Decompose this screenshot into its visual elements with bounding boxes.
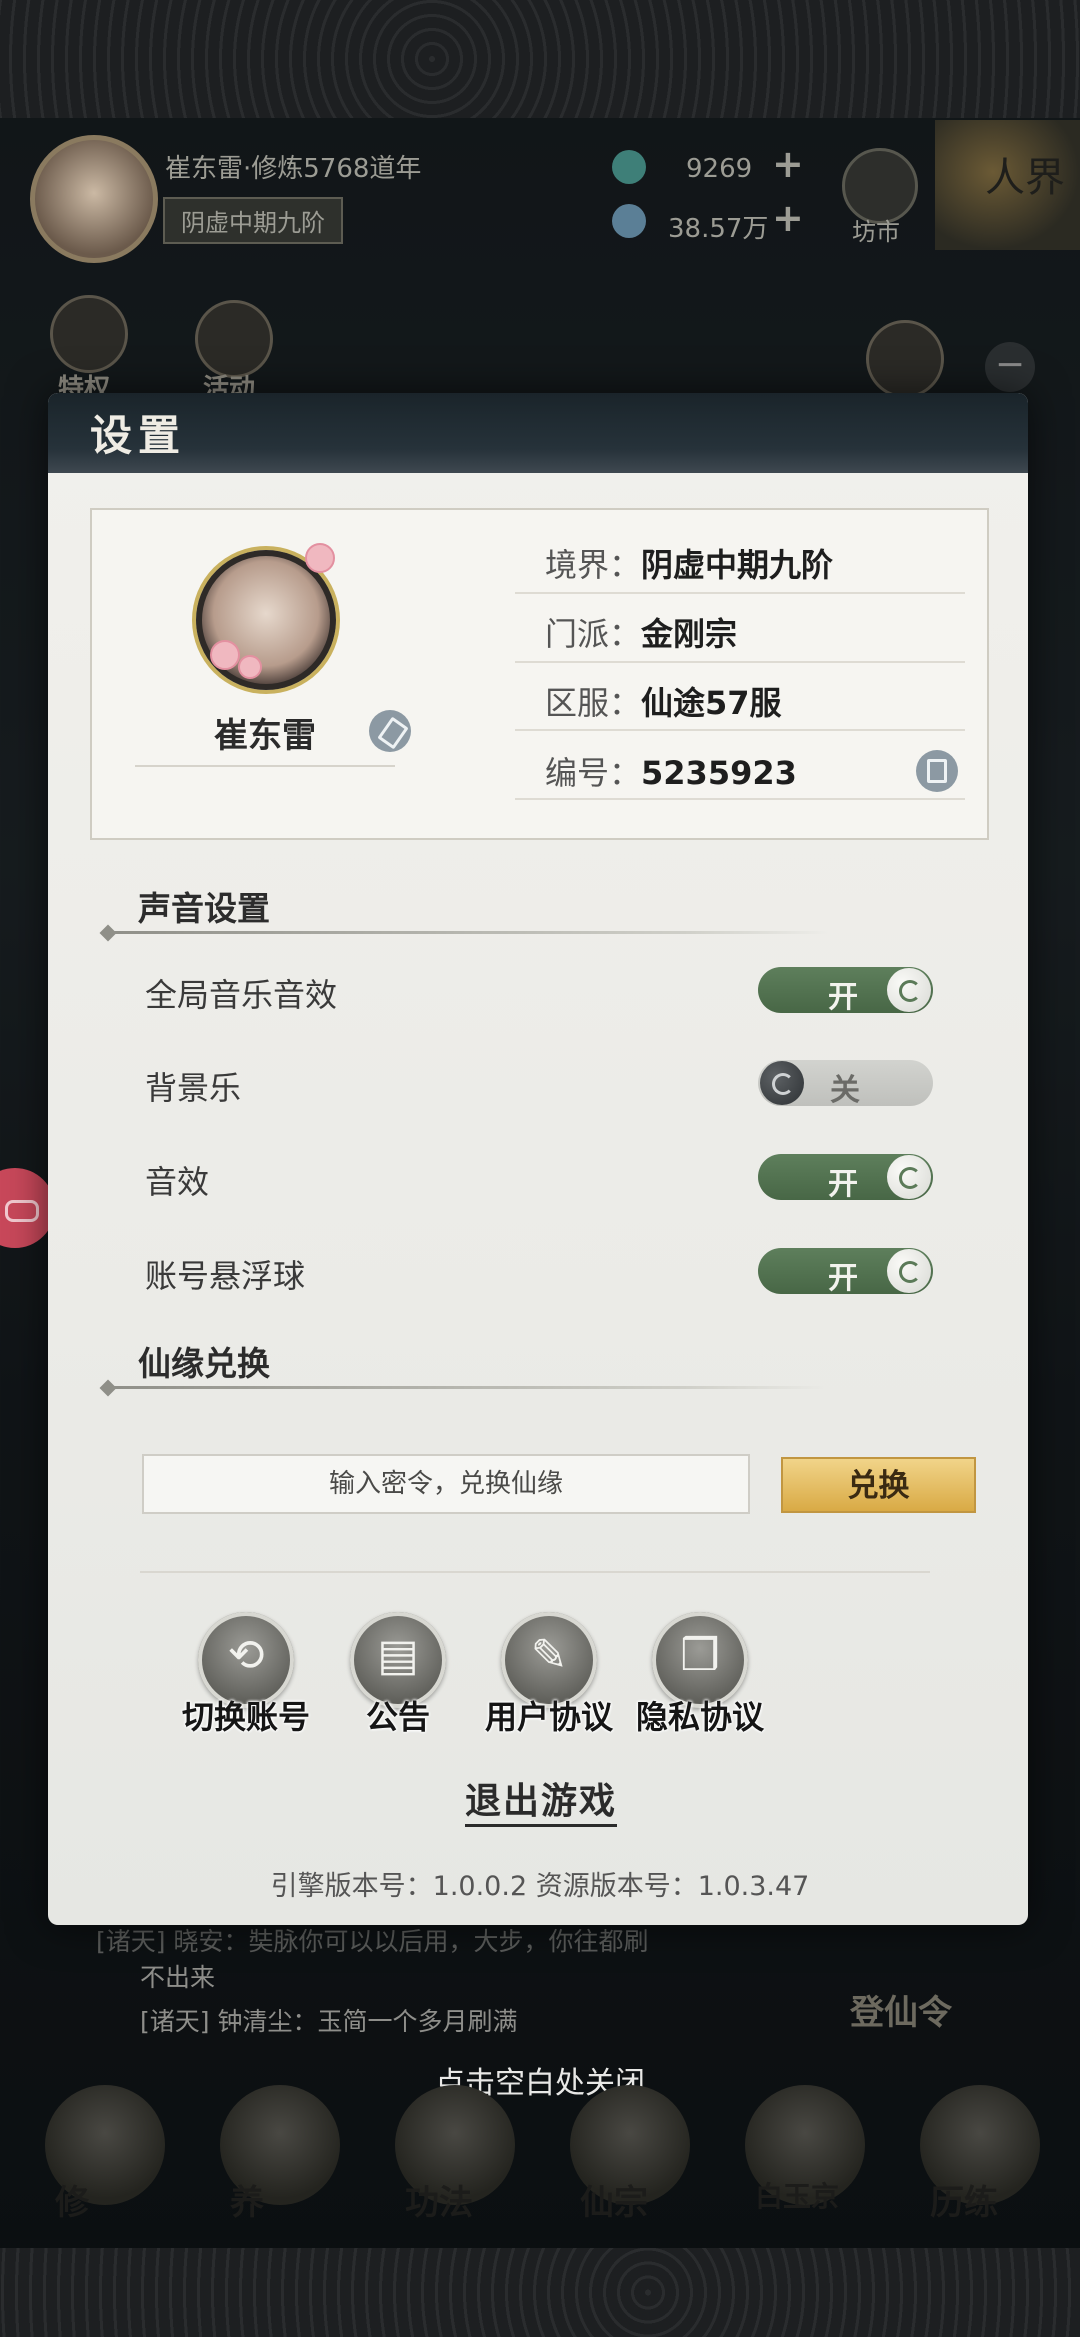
cultivate-icon[interactable] [866,320,944,398]
player-avatar[interactable] [30,135,158,263]
redeem-button[interactable]: 兑换 [781,1457,976,1513]
id-label: 编号： [545,754,642,792]
sfx-toggle[interactable]: 开 [758,1154,933,1202]
currency-1-add-button[interactable]: + [772,142,804,186]
dialog-header [48,393,1028,473]
section-rule [108,931,828,934]
activity-icon[interactable] [195,300,273,378]
global-audio-label: 全局音乐音效 [145,976,338,1014]
nav-label: 养 [230,2183,264,2223]
nav-cultivate[interactable]: 修 [30,2075,180,2225]
action-label: 公告 [365,1698,430,1736]
chat-line: [诸天] 钟清尘：玉简一个多月刷满 [140,2007,518,2036]
sect-label: 门派： [545,615,642,653]
realm-label: 境界： [545,546,642,584]
server-value: 仙途57服 [641,684,782,722]
divider [515,661,965,663]
server-label: 区服： [545,684,642,722]
dialog-title: 设置 [90,411,187,460]
bottom-pattern-bar [0,2248,1080,2337]
float-ball-label: 账号悬浮球 [145,1257,306,1295]
nav-trials[interactable]: 历练 [905,2075,1055,2225]
privacy-agreement-button[interactable]: ❒ 隐私协议 [614,1612,774,1742]
collapse-button[interactable]: − [985,342,1035,392]
toggle-state: 关 [830,1073,860,1108]
nav-jade-capital[interactable]: 白玉京 [730,2075,880,2225]
float-ball-toggle[interactable]: 开 [758,1248,933,1296]
nav-label: 历练 [930,2183,998,2223]
world-label: 人界 [985,155,1065,201]
spirit-stone-icon [612,204,646,238]
privilege-icon[interactable] [50,295,128,373]
redeem-title: 仙缘兑换 [138,1344,270,1383]
nav-label: 仙宗 [580,2183,648,2223]
section-rule [108,1386,828,1389]
divider [515,592,965,594]
nav-sect[interactable]: 仙宗 [555,2075,705,2225]
yin-yang-icon [887,1249,931,1293]
yin-yang-icon [760,1061,804,1105]
currency-2-add-button[interactable]: + [772,196,804,240]
nav-nurture[interactable]: 养 [205,2075,355,2225]
name-underline [135,765,395,767]
top-pattern-bar [0,0,1080,118]
player-realm-badge: 阴虚中期九阶 [163,197,343,244]
redeem-code-input[interactable] [142,1454,750,1514]
divider [515,798,965,800]
action-label: 切换账号 [181,1698,310,1736]
user-agreement-button[interactable]: ✎ 用户协议 [463,1612,623,1742]
currency-1-value: 9269 [686,154,753,184]
realm-value: 阴虚中期九阶 [641,546,834,584]
nav-label: 白玉京 [755,2180,840,2213]
global-audio-toggle[interactable]: 开 [758,967,933,1015]
id-row: 编号：5235923 [545,748,797,794]
flower-decoration-icon [305,543,335,573]
login-token-label[interactable]: 登仙令 [850,1985,952,2034]
toggle-state: 开 [828,980,858,1015]
chat-line: 不出来 [140,1963,216,1992]
server-row: 区服：仙途57服 [545,678,782,724]
sound-settings-title: 声音设置 [138,889,270,928]
chat-line: [诸天] 晓安：奘脉你可以以后用，大步，你往都刷 [96,1927,649,1956]
yin-yang-icon [887,968,931,1012]
player-title: 崔东雷·修炼5768道年 [165,154,422,184]
market-label: 坊市 [852,218,900,246]
flower-decoration-icon [238,655,262,679]
switch-account-button[interactable]: ⟲ 切换账号 [160,1612,320,1742]
nav-label: 修 [55,2183,89,2223]
copy-id-icon[interactable] [916,750,958,792]
sfx-label: 音效 [145,1163,210,1201]
id-value: 5235923 [641,754,797,792]
announcement-button[interactable]: ▤ 公告 [312,1612,472,1742]
toggle-state: 开 [828,1167,858,1202]
bgm-label: 背景乐 [145,1069,242,1107]
divider [140,1571,930,1573]
toggle-state: 开 [828,1261,858,1296]
nav-skills[interactable]: 功法 [380,2075,530,2225]
version-info: 引擎版本号：1.0.0.2 资源版本号：1.0.3.47 [270,1871,810,1902]
action-label: 用户协议 [484,1698,613,1736]
currency-2-value: 38.57万 [668,214,769,244]
profile-name: 崔东雷 [214,716,316,756]
flower-decoration-icon [210,640,240,670]
action-label: 隐私协议 [635,1698,764,1736]
divider [515,729,965,731]
sect-value: 金刚宗 [641,615,738,653]
yin-yang-icon [887,1155,931,1199]
nav-label: 功法 [405,2183,473,2223]
realm-row: 境界：阴虚中期九阶 [545,540,833,586]
sect-row: 门派：金刚宗 [545,609,737,655]
bgm-toggle[interactable]: 关 [758,1060,933,1108]
jade-currency-icon [612,150,646,184]
edit-name-icon[interactable] [369,710,411,752]
exit-game-link[interactable]: 退出游戏 [465,1772,618,1827]
